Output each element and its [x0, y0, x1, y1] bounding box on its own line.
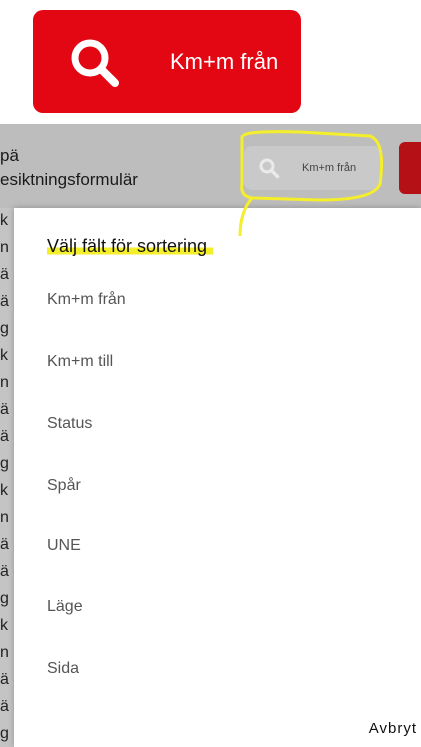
background-list-edge: knäägknäägknäägknääg [0, 208, 14, 747]
background-list-char: g [0, 455, 9, 472]
sort-search-button[interactable]: Km+m från [244, 146, 382, 190]
background-list-char: ä [0, 671, 9, 688]
header-title-line2: esiktningsformulär [0, 170, 138, 189]
app-screenshot: pä esiktningsformulär Km+m från knäägknä… [0, 124, 421, 747]
background-list-char: g [0, 590, 9, 607]
option-km-fran[interactable]: Km+m från [47, 291, 126, 309]
background-list-char: n [0, 509, 9, 526]
background-list-char: ä [0, 563, 9, 580]
option-sida[interactable]: Sida [47, 660, 79, 678]
background-list-char: n [0, 644, 9, 661]
background-list-char: k [0, 617, 8, 634]
dialog-title: Välj fält för sortering [47, 236, 214, 257]
sort-field-dialog: Välj fält för sortering Km+m från Km+m t… [14, 208, 421, 747]
background-list-char: ä [0, 428, 9, 445]
header-title-line1: pä [0, 146, 19, 165]
background-list-char: k [0, 482, 8, 499]
zoomed-search-button[interactable]: Km+m från [33, 10, 301, 113]
background-list-char: ä [0, 536, 9, 553]
search-icon [259, 158, 280, 179]
background-list-char: ä [0, 401, 9, 418]
background-list-char: n [0, 374, 9, 391]
background-list-char: k [0, 212, 8, 229]
cancel-button[interactable]: Avbryt [369, 720, 417, 737]
option-km-till[interactable]: Km+m till [47, 353, 113, 371]
sort-search-label: Km+m från [302, 162, 357, 174]
red-action-button[interactable] [399, 142, 421, 194]
zoomed-search-label: Km+m från [170, 48, 279, 74]
background-list-char: ä [0, 293, 9, 310]
background-list-char: g [0, 725, 9, 742]
option-une[interactable]: UNE [47, 537, 81, 555]
background-list-char: k [0, 347, 8, 364]
background-list-char: g [0, 320, 9, 337]
search-icon [71, 39, 119, 87]
option-spar[interactable]: Spår [47, 477, 81, 495]
background-list-char: n [0, 239, 9, 256]
option-status[interactable]: Status [47, 415, 92, 433]
background-list-char: ä [0, 698, 9, 715]
background-list-char: ä [0, 266, 9, 283]
option-lage[interactable]: Läge [47, 598, 83, 616]
